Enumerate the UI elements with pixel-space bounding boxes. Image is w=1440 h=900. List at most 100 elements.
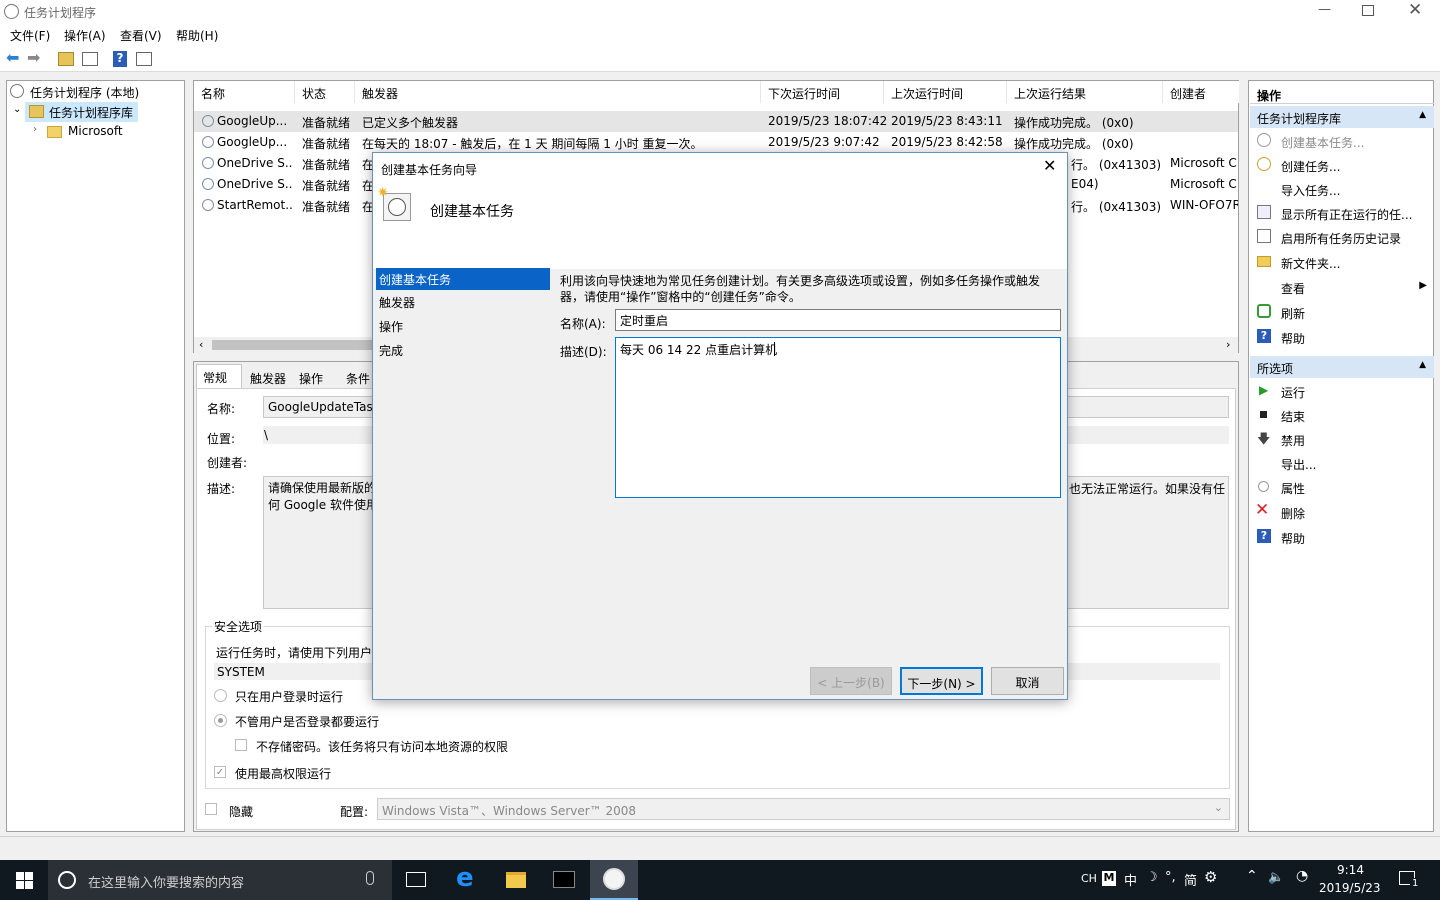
action-disable[interactable]: 🡇 禁用 [1249,427,1435,451]
scroll-thumb[interactable] [212,340,382,350]
file-explorer-icon[interactable] [506,872,526,888]
menu-file[interactable]: 文件(F) [10,27,50,44]
show-pane-icon[interactable] [82,52,98,66]
radio-logged-on [214,689,227,702]
action-show-running[interactable]: 显示所有正在运行的任... [1249,201,1435,225]
hidden-label: 隐藏 [229,805,254,819]
action-run[interactable]: ▶ 运行 [1249,379,1435,403]
col-header-author[interactable]: 创建者 [1163,81,1239,103]
punctuation-icon[interactable]: °, [1165,870,1176,885]
action-export[interactable]: 导出... [1249,451,1435,475]
restore-button[interactable] [1362,5,1374,16]
collapse-chevron-icon[interactable]: › [33,124,37,135]
back-arrow-icon[interactable]: ⬅ [6,48,24,67]
tab-actions[interactable]: 操作 [299,370,323,387]
clock-date[interactable]: 2019/5/23 [1319,881,1381,895]
wizard-step-current[interactable]: 创建基本任务 [376,268,550,290]
help-icon[interactable]: ? [113,51,127,67]
collapse-up-icon[interactable]: ▲ [1419,360,1426,370]
windows-start-icon[interactable] [16,872,33,889]
clock-time[interactable]: 9:14 [1337,863,1364,877]
wizard-step-trigger[interactable]: 触发器 [379,294,415,311]
action-properties[interactable]: 属性 [1249,475,1435,499]
action-delete[interactable]: ✕ 删除 [1249,500,1435,524]
forward-arrow-icon[interactable]: ➡ [27,48,45,67]
actions-title: 操作 [1250,83,1434,104]
up-folder-icon[interactable] [58,52,74,66]
history-log-icon [1257,229,1271,243]
refresh-icon [1257,304,1271,318]
ime-jian[interactable]: 简 [1184,870,1197,889]
task-view-icon[interactable] [406,872,426,887]
menu-action[interactable]: 操作(A) [64,27,106,44]
task-name-input[interactable] [615,309,1061,331]
terminal-icon[interactable] [553,871,575,888]
clock-app-icon [4,4,19,19]
task-description-input[interactable]: 每天 06 14 22 点重启计算机 [615,337,1061,498]
col-header-last-result[interactable]: 上次运行结果 [1007,81,1163,103]
location-label: 位置: [207,432,236,446]
tree-root[interactable]: 任务计划程序 (本地) [30,84,139,101]
ime-ch[interactable]: CH [1081,872,1097,885]
next-button[interactable]: 下一步(N) > [900,667,983,695]
menu-view[interactable]: 查看(V) [120,27,162,44]
section-selected-header[interactable]: 所选项 ▲ [1250,356,1434,378]
chevron-down-icon: ⌄ [1213,801,1223,814]
action-create-basic-task[interactable]: 创建基本任务... [1249,129,1435,153]
dialog-close-button[interactable]: ✕ [1043,156,1056,175]
action-view[interactable]: 查看 ▶ [1249,275,1435,299]
clock-icon [603,868,625,890]
properties-pane-icon[interactable] [136,52,152,66]
security-title: 安全选项 [212,618,265,635]
section-library-header[interactable]: 任务计划程序库 ▲ [1250,106,1434,128]
scroll-left-icon[interactable]: ‹ [199,338,203,351]
action-help[interactable]: ? 帮助 [1249,325,1435,349]
task-clock-icon [202,115,214,127]
col-header-next-run[interactable]: 下次运行时间 [761,81,884,103]
action-refresh[interactable]: 刷新 [1249,300,1435,324]
ime-m-icon[interactable]: M [1102,871,1116,886]
action-end[interactable]: 结束 [1249,403,1435,427]
cancel-button[interactable]: 取消 [991,667,1064,695]
toolbar: ⬅ ➡ ? [0,46,1440,72]
task-scheduler-taskbar-button[interactable] [590,860,638,900]
chevron-up-icon[interactable]: ⌃ [1246,868,1258,884]
tab-conditions[interactable]: 条件 [346,370,370,387]
col-header-status[interactable]: 状态 [295,81,355,103]
minimize-button[interactable]: — [1318,2,1332,20]
tree-microsoft[interactable]: Microsoft [68,124,123,138]
close-window-button[interactable]: ✕ [1408,0,1422,20]
table-row[interactable]: GoogleUp... 准备就绪 已定义多个触发器 2019/5/23 18:0… [194,111,1238,132]
menu-help[interactable]: 帮助(H) [176,27,218,44]
ime-zh[interactable]: 中 [1124,870,1137,889]
edge-browser-icon[interactable]: e [456,863,474,893]
wizard-step-finish[interactable]: 完成 [379,342,403,359]
volume-icon[interactable]: 🔈 [1268,870,1284,885]
action-new-folder[interactable]: 新文件夹... [1249,250,1435,274]
action-enable-history[interactable]: 启用所有任务历史记录 [1249,225,1435,249]
new-folder-icon [1257,256,1271,267]
dialog-header: 创建基本任务向导 ✕ ✷ 创建基本任务 [373,153,1067,269]
collapse-up-icon[interactable]: ▲ [1419,110,1426,120]
tree-library[interactable]: 任务计划程序库 [49,104,133,121]
scroll-right-icon[interactable]: › [1226,338,1230,351]
microphone-icon[interactable] [366,871,374,885]
taskbar-search-box[interactable]: 在这里输入你要搜索的内容 [48,860,392,900]
wizard-step-action[interactable]: 操作 [379,318,403,335]
tab-general[interactable]: 常规 [196,364,242,388]
moon-icon[interactable]: ☽ [1146,870,1158,885]
action-create-task[interactable]: 创建任务... [1249,153,1435,177]
table-row[interactable]: GoogleUp... 准备就绪 在每天的 18:07 - 触发后，在 1 天 … [194,132,1238,153]
tab-triggers[interactable]: 触发器 [250,370,286,387]
expand-chevron-icon[interactable]: ⌄ [13,104,21,115]
action-help-selected[interactable]: ? 帮助 [1249,525,1435,549]
clock-icon [10,84,24,98]
checkbox-no-password [235,739,247,751]
notification-count: 1 [1410,878,1421,889]
gear-icon[interactable]: ⚙ [1204,868,1217,886]
network-icon[interactable]: ◔ [1296,868,1308,884]
col-header-trigger[interactable]: 触发器 [355,81,761,103]
col-header-last-run[interactable]: 上次运行时间 [884,81,1007,103]
col-header-name[interactable]: 名称 [194,81,295,103]
action-import-task[interactable]: 导入任务... [1249,177,1435,201]
